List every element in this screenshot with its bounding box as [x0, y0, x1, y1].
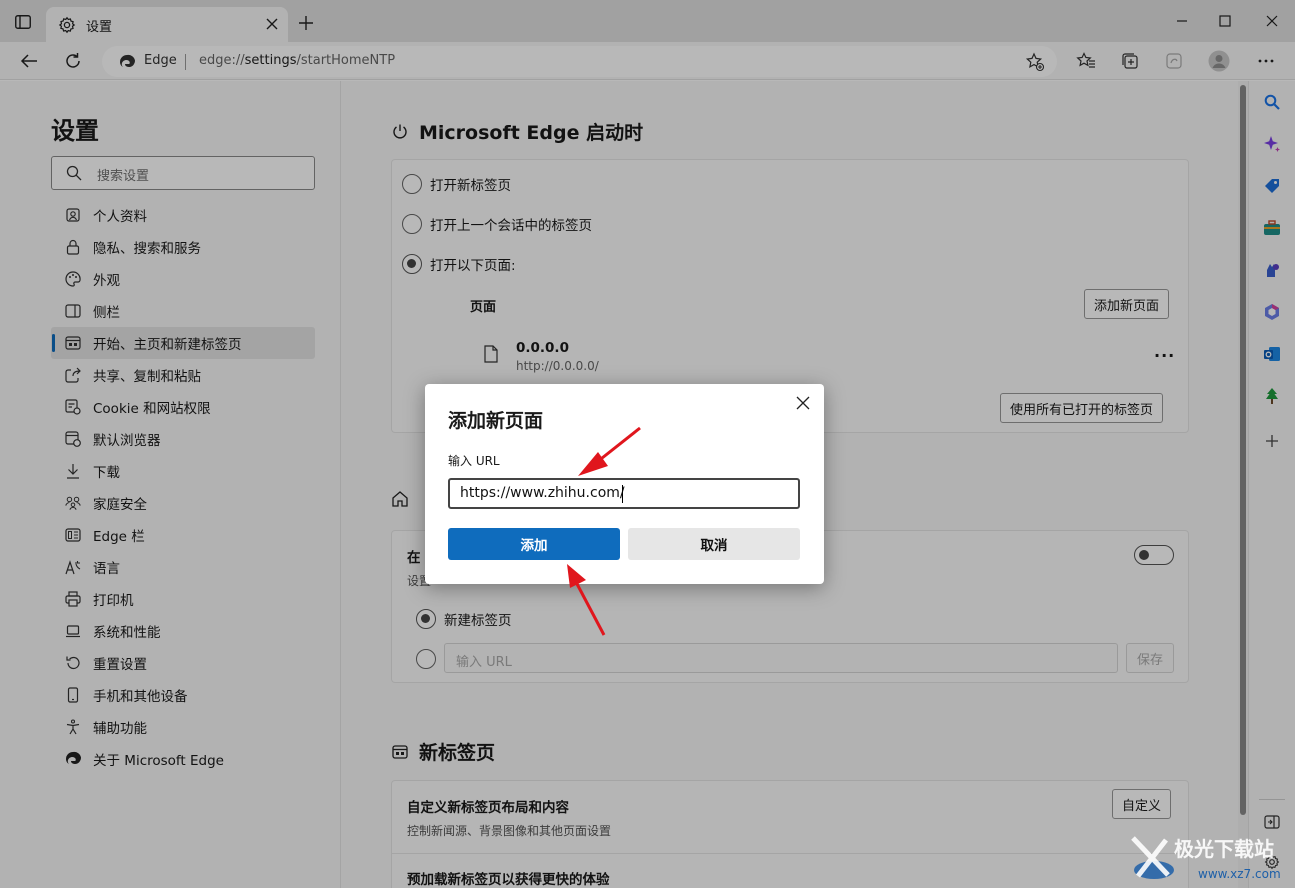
svg-text:www.xz7.com: www.xz7.com: [1198, 867, 1281, 881]
text-caret: [622, 485, 623, 503]
close-icon[interactable]: [793, 393, 813, 413]
watermark-logo: 极光下载站 www.xz7.com: [1131, 836, 1281, 881]
add-button[interactable]: 添加: [448, 528, 620, 560]
cancel-button[interactable]: 取消: [628, 528, 800, 560]
url-input[interactable]: https://www.zhihu.com/: [448, 478, 800, 509]
svg-text:极光下载站: 极光下载站: [1174, 837, 1274, 861]
url-input-value: https://www.zhihu.com/: [460, 485, 625, 501]
dialog-title: 添加新页面: [448, 410, 544, 432]
add-page-dialog: 添加新页面 输入 URL https://www.zhihu.com/ 添加 取…: [425, 384, 824, 584]
url-label: 输入 URL: [448, 454, 500, 468]
